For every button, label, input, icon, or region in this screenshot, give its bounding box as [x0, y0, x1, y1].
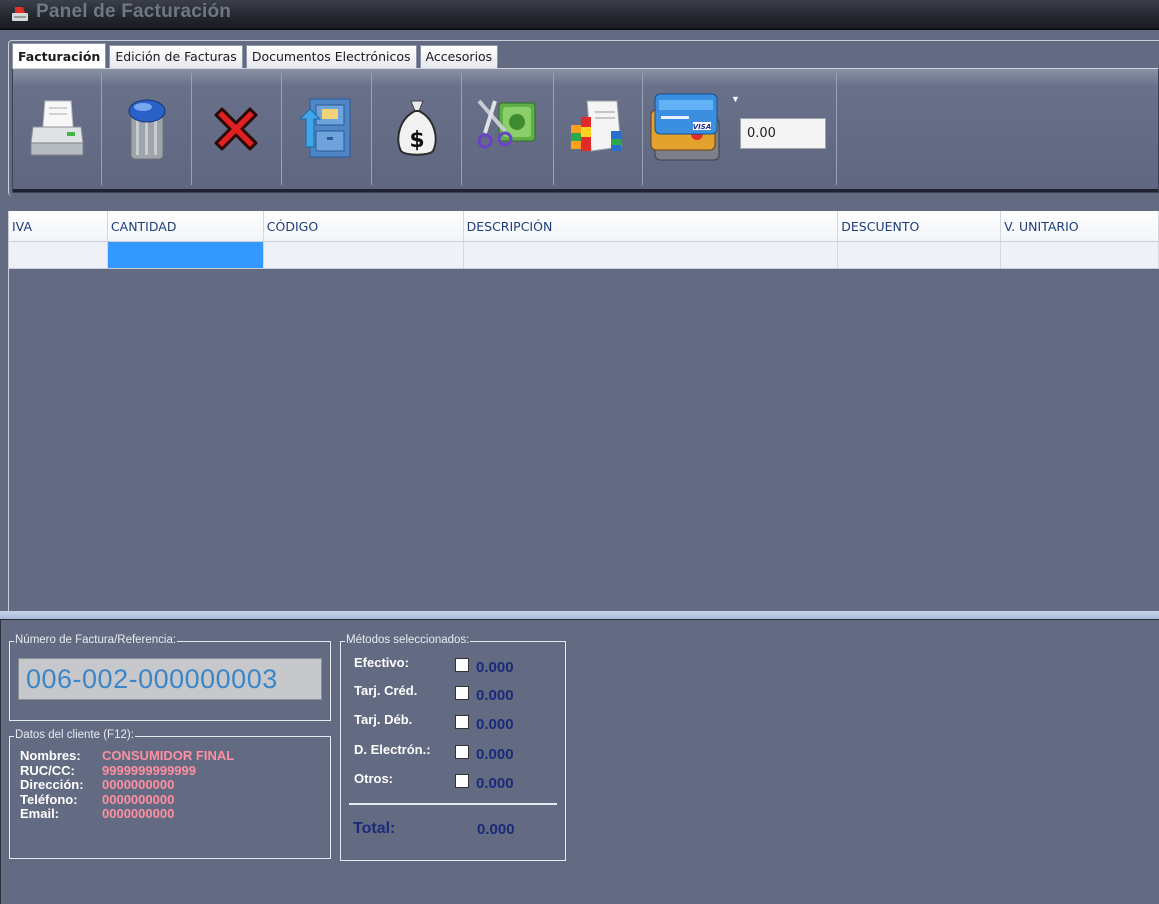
- printer-icon: [30, 100, 84, 156]
- total-label: Total:: [353, 820, 396, 837]
- total-separator: [349, 803, 557, 805]
- client-row-direccion: Dirección: 0000000000: [20, 778, 234, 793]
- payment-label: Tarj. Créd.: [354, 683, 418, 698]
- money-bag-button[interactable]: $: [372, 73, 462, 185]
- payment-amount: 0.000: [476, 716, 514, 733]
- payment-checkbox-d-electron[interactable]: [455, 745, 469, 759]
- ribbon: Facturación Edición de Facturas Document…: [0, 30, 1159, 202]
- client-data-group: Datos del cliente (F12): Nombres: CONSUM…: [9, 729, 331, 859]
- client-details: Nombres: CONSUMIDOR FINAL RUC/CC: 999999…: [20, 749, 234, 822]
- tab-strip: Facturación Edición de Facturas Document…: [12, 43, 501, 68]
- client-row-nombres: Nombres: CONSUMIDOR FINAL: [20, 749, 234, 764]
- client-value: CONSUMIDOR FINAL: [102, 748, 235, 763]
- column-header-iva[interactable]: IVA: [9, 211, 108, 241]
- client-data-legend: Datos del cliente (F12):: [14, 729, 135, 741]
- payment-amount: 0.000: [476, 746, 514, 763]
- payment-label: Otros:: [354, 771, 393, 786]
- cell-descuento[interactable]: [838, 242, 1002, 268]
- client-row-email: Email: 0000000000: [20, 807, 234, 822]
- client-label: RUC/CC:: [20, 762, 75, 778]
- cut-money-button[interactable]: [462, 73, 554, 185]
- trash-button[interactable]: [102, 73, 192, 185]
- column-header-codigo[interactable]: CÓDIGO: [264, 211, 464, 241]
- client-label: Dirección:: [20, 777, 84, 792]
- invoice-number-legend: Número de Factura/Referencia:: [14, 634, 178, 646]
- file-cabinet-icon: [298, 98, 351, 158]
- tab-accesorios[interactable]: Accesorios: [419, 45, 499, 68]
- panel-splitter[interactable]: [0, 611, 1159, 619]
- invoice-items-grid: IVA CANTIDAD CÓDIGO DESCRIPCIÓN DESCUENT…: [8, 211, 1159, 611]
- total-value: 0.000: [477, 821, 515, 838]
- toolbar: $ VISA ▼ 0.00: [12, 68, 1159, 193]
- payment-checkbox-efectivo[interactable]: [455, 658, 469, 672]
- cell-cantidad-selected[interactable]: [107, 242, 264, 268]
- cell-codigo[interactable]: [264, 242, 464, 268]
- tab-edicion-de-facturas[interactable]: Edición de Facturas: [109, 45, 243, 68]
- cell-iva[interactable]: [9, 242, 108, 268]
- client-row-ruc: RUC/CC: 9999999999999: [20, 762, 234, 779]
- cancel-invoice-button[interactable]: [192, 73, 282, 185]
- app-icon: [12, 7, 28, 21]
- money-bag-icon: $: [397, 100, 437, 156]
- cell-descripcion[interactable]: [464, 242, 839, 268]
- client-value: 0000000000: [102, 806, 175, 821]
- tab-documentos-electronicos[interactable]: Documentos Electrónicos: [245, 45, 417, 68]
- credit-cards-icon: VISA: [650, 93, 720, 161]
- payment-checkbox-tarj-deb[interactable]: [455, 715, 469, 729]
- chevron-down-icon[interactable]: ▼: [731, 94, 740, 104]
- invoice-number-group: Número de Factura/Referencia: 006-002-00…: [9, 634, 331, 721]
- column-header-v-unitario[interactable]: V. UNITARIO: [1001, 211, 1159, 241]
- grid-header: IVA CANTIDAD CÓDIGO DESCRIPCIÓN DESCUENT…: [9, 211, 1159, 242]
- payment-label: Efectivo:: [354, 655, 409, 670]
- client-label: Nombres:: [20, 748, 81, 763]
- window-title: Panel de Facturación: [36, 1, 232, 22]
- payment-checkbox-tarj-cred[interactable]: [455, 686, 469, 700]
- title-bar: Panel de Facturación: [0, 0, 1159, 30]
- payment-methods-legend: Métodos seleccionados:: [345, 634, 471, 646]
- summary-panel: Número de Factura/Referencia: 006-002-00…: [0, 619, 1159, 904]
- payment-label: D. Electrón.:: [354, 742, 431, 757]
- table-row: [9, 242, 1159, 269]
- payment-checkbox-otros[interactable]: [455, 774, 469, 788]
- report-button[interactable]: [554, 73, 643, 185]
- payment-amount: 0.000: [476, 659, 514, 676]
- client-label: Teléfono:: [20, 791, 78, 807]
- payment-amount: 0.000: [476, 687, 514, 704]
- client-label: Email:: [20, 806, 60, 821]
- report-chart-icon: [571, 100, 622, 152]
- column-header-cantidad[interactable]: CANTIDAD: [108, 211, 264, 241]
- cut-money-icon: [477, 99, 536, 149]
- payment-label: Tarj. Déb.: [354, 712, 413, 727]
- print-button[interactable]: [13, 73, 102, 185]
- file-cabinet-button[interactable]: [282, 73, 372, 185]
- trash-can-icon: [128, 99, 166, 160]
- payment-amount: 0.000: [476, 775, 514, 792]
- invoice-number-display: 006-002-000000003: [18, 658, 322, 700]
- client-value: 9999999999999: [102, 762, 196, 778]
- payment-methods-group: Métodos seleccionados: Efectivo: 0.000 T…: [340, 634, 566, 861]
- column-header-descripcion[interactable]: DESCRIPCIÓN: [464, 211, 839, 241]
- card-amount-input[interactable]: 0.00: [740, 118, 826, 149]
- delete-x-icon: [214, 107, 258, 151]
- tab-facturacion[interactable]: Facturación: [12, 43, 107, 68]
- client-value: 0000000000: [102, 791, 175, 807]
- svg-text:VISA: VISA: [693, 123, 711, 131]
- column-header-descuento[interactable]: DESCUENTO: [838, 211, 1002, 241]
- cell-v-unitario[interactable]: [1001, 242, 1159, 268]
- svg-text:$: $: [409, 128, 424, 153]
- client-row-telefono: Teléfono: 0000000000: [20, 791, 234, 808]
- client-value: 0000000000: [102, 777, 175, 792]
